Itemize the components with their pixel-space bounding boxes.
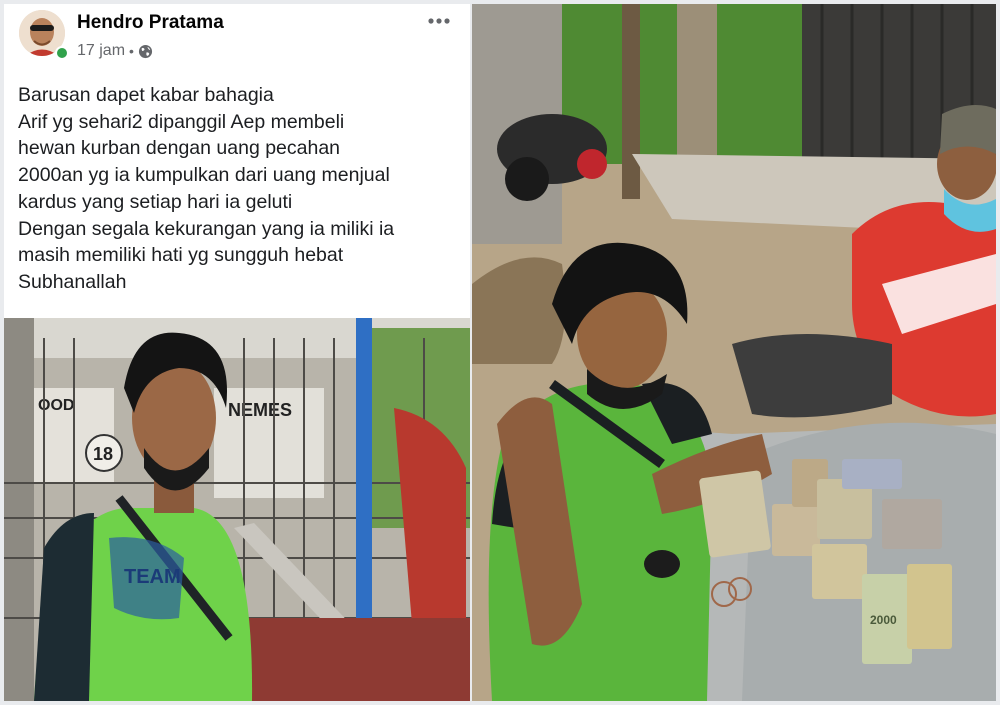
sign-text-right: NEMES (228, 400, 292, 420)
author-name[interactable]: Hendro Pratama (77, 12, 224, 34)
post-text-line: hewan kurban dengan uang pecahan (18, 137, 341, 160)
post-meta: 17 jam • (77, 41, 153, 61)
post-photo-portrait[interactable]: OOD 18 NEMES TEAM (4, 318, 470, 701)
post-text-line: Barusan dapet kabar bahagia (18, 84, 274, 106)
post-text-line: Dengan segala kekurangan yang ia miliki … (18, 217, 395, 240)
post-text-line: 2000an yg ia kumpulkan dari uang menjual (18, 164, 390, 187)
sign-number: 18 (93, 444, 113, 464)
more-options-icon (428, 18, 450, 24)
post-photo-counting-money[interactable]: 2000 (472, 4, 996, 701)
post-text-line: Subhanallah (18, 270, 127, 293)
post-text-line: Arif yg sehari2 dipanggil Aep membeli (18, 110, 345, 133)
post-text: Barusan dapet kabar bahagia Arif yg seha… (18, 82, 458, 296)
post-card: Hendro Pratama 17 jam • Barusan dapet ka… (4, 4, 470, 318)
meta-separator: • (129, 43, 134, 59)
post-text-line: kardus yang setiap hari ia geluti (18, 190, 293, 213)
banknote-label: 2000 (870, 613, 897, 627)
post-timestamp[interactable]: 17 jam (77, 42, 125, 60)
shirt-print: TEAM (124, 566, 181, 588)
more-options-button[interactable] (424, 8, 454, 34)
online-status-dot (55, 46, 69, 60)
post-text-line: masih memiliki hati yg sungguh hebat (18, 244, 344, 267)
globe-icon[interactable] (138, 44, 153, 59)
